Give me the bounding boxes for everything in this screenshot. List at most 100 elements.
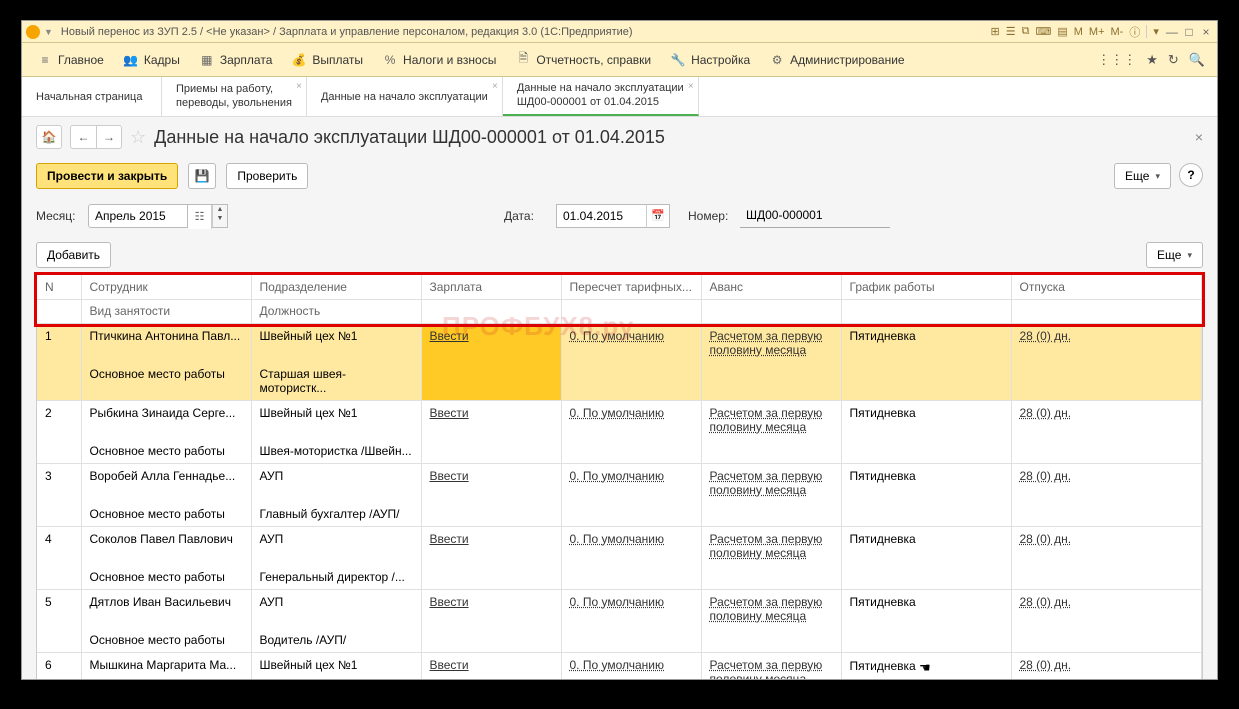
history-icon[interactable]: ↻ xyxy=(1168,52,1179,68)
menu-staff[interactable]: 👥Кадры xyxy=(114,53,190,67)
tab-initial-data[interactable]: Данные на начало эксплуатации × xyxy=(307,77,503,116)
table-row[interactable]: 1 Птичкина Антонина Павл... Швейный цех … xyxy=(37,324,1202,363)
table-row[interactable]: 3 Воробей Алла Геннадье... АУП Ввести 0.… xyxy=(37,464,1202,503)
menu-admin[interactable]: ⚙Администрирование xyxy=(760,53,914,67)
toolbar-misc-icon[interactable]: ⌨ xyxy=(1035,25,1051,38)
cell-recalc[interactable]: 0. По умолчанию xyxy=(561,464,701,503)
cell-salary[interactable]: Ввести xyxy=(421,464,561,503)
more-button[interactable]: Еще xyxy=(1114,163,1171,189)
help-button[interactable]: ? xyxy=(1179,163,1203,187)
toolbar-misc-icon[interactable]: ▾ xyxy=(1146,25,1159,38)
cell-vacation[interactable]: 28 (0) дн. xyxy=(1011,324,1202,363)
col-recalc[interactable]: Пересчет тарифных... xyxy=(561,275,701,300)
cell-advance[interactable]: Расчетом за первую половину месяца xyxy=(701,324,841,363)
cell-vacation[interactable]: 28 (0) дн. xyxy=(1011,527,1202,566)
table-row[interactable]: 5 Дятлов Иван Васильевич АУП Ввести 0. П… xyxy=(37,590,1202,629)
cell-salary[interactable]: Ввести xyxy=(421,401,561,440)
col-employment[interactable]: Вид занятости xyxy=(81,300,251,324)
save-button[interactable]: 💾 xyxy=(188,163,216,189)
col-vacation[interactable]: Отпуска xyxy=(1011,275,1202,300)
page-close-button[interactable]: × xyxy=(1195,129,1203,145)
toolbar-misc-icon[interactable]: ▤ xyxy=(1057,25,1067,38)
col-department[interactable]: Подразделение xyxy=(251,275,421,300)
home-button[interactable]: 🏠 xyxy=(36,125,62,149)
cell-recalc[interactable]: 0. По умолчанию xyxy=(561,324,701,363)
back-button[interactable]: ← xyxy=(70,125,96,149)
app-menu-dropdown-icon[interactable]: ▼ xyxy=(44,27,53,37)
cell-advance[interactable]: Расчетом за первую половину месяца xyxy=(701,464,841,503)
cell-position: Старшая швея-мотористк... xyxy=(251,362,421,401)
tab-close-icon[interactable]: × xyxy=(296,81,302,93)
menu-main[interactable]: ≡Главное xyxy=(28,53,114,67)
cell-salary[interactable]: Ввести xyxy=(421,590,561,629)
cell-vacation[interactable]: 28 (0) дн. xyxy=(1011,464,1202,503)
col-salary[interactable]: Зарплата xyxy=(421,275,561,300)
memory-mplus[interactable]: М+ xyxy=(1089,26,1105,38)
cell-advance[interactable]: Расчетом за первую половину месяца xyxy=(701,401,841,440)
date-input[interactable] xyxy=(556,204,646,228)
cell-vacation[interactable]: 28 (0) дн. xyxy=(1011,590,1202,629)
tab-start-page[interactable]: Начальная страница xyxy=(22,77,162,116)
cell-vacation[interactable]: 28 (0) дн. xyxy=(1011,653,1202,681)
minimize-icon[interactable]: — xyxy=(1165,25,1179,39)
number-input[interactable] xyxy=(740,203,890,227)
cell-salary[interactable]: Ввести xyxy=(421,653,561,681)
menu-salary[interactable]: ▦Зарплата xyxy=(190,53,283,67)
table-row[interactable]: Основное место работы Генеральный директ… xyxy=(37,565,1202,590)
tab-initial-data-doc[interactable]: Данные на начало эксплуатации ШД00-00000… xyxy=(503,77,699,116)
menu-taxes[interactable]: %Налоги и взносы xyxy=(373,53,506,67)
toolbar-misc-icon[interactable]: ☰ xyxy=(1006,25,1016,38)
table-more-button[interactable]: Еще xyxy=(1146,242,1203,268)
tab-close-icon[interactable]: × xyxy=(688,81,694,93)
col-position[interactable]: Должность xyxy=(251,300,421,324)
spin-up-icon[interactable]: ▲ xyxy=(213,205,227,214)
table-row[interactable]: 4 Соколов Павел Павлович АУП Ввести 0. П… xyxy=(37,527,1202,566)
menu-reports[interactable]: 🗎Отчетность, справки xyxy=(506,53,661,67)
col-n[interactable]: N xyxy=(37,275,81,300)
cell-recalc[interactable]: 0. По умолчанию xyxy=(561,590,701,629)
close-icon[interactable]: × xyxy=(1199,25,1213,39)
toolbar-misc-icon[interactable]: ⊞ xyxy=(991,25,1000,38)
info-icon[interactable]: ⓘ xyxy=(1129,24,1140,40)
apps-icon[interactable]: ⋮⋮⋮ xyxy=(1097,52,1136,68)
col-advance[interactable]: Аванс xyxy=(701,275,841,300)
memory-mminus[interactable]: М- xyxy=(1111,26,1124,38)
toolbar-misc-icon[interactable]: ⧉ xyxy=(1022,25,1030,38)
cell-advance[interactable]: Расчетом за первую половину месяца xyxy=(701,527,841,566)
table-row[interactable]: Основное место работы Главный бухгалтер … xyxy=(37,502,1202,527)
maximize-icon[interactable]: □ xyxy=(1182,25,1196,39)
menu-payments[interactable]: 💰Выплаты xyxy=(282,53,373,67)
forward-button[interactable]: → xyxy=(96,125,122,149)
memory-m[interactable]: М xyxy=(1074,26,1083,38)
table-row[interactable]: Основное место работы Старшая швея-мотор… xyxy=(37,362,1202,401)
post-close-button[interactable]: Провести и закрыть xyxy=(36,163,178,189)
add-button[interactable]: Добавить xyxy=(36,242,111,268)
cell-advance[interactable]: Расчетом за первую половину месяца xyxy=(701,590,841,629)
month-select-icon[interactable]: ☷ xyxy=(188,205,212,229)
month-input[interactable] xyxy=(88,204,188,228)
cell-salary[interactable]: Ввести xyxy=(421,527,561,566)
spin-down-icon[interactable]: ▼ xyxy=(213,214,227,223)
tab-hiring[interactable]: Приемы на работу, переводы, увольнения × xyxy=(162,77,307,116)
table-row[interactable]: Основное место работы Водитель /АУП/ xyxy=(37,628,1202,653)
table-row[interactable]: 2 Рыбкина Зинаида Серге... Швейный цех №… xyxy=(37,401,1202,440)
cell-advance[interactable]: Расчетом за первую половину месяца xyxy=(701,653,841,681)
col-employee[interactable]: Сотрудник xyxy=(81,275,251,300)
cell-recalc[interactable]: 0. По умолчанию xyxy=(561,401,701,440)
cell-salary[interactable]: Ввести xyxy=(421,324,561,363)
cell-schedule: Пятидневка ☚ xyxy=(841,653,1011,681)
cell-recalc[interactable]: 0. По умолчанию xyxy=(561,653,701,681)
star-icon[interactable]: ★ xyxy=(1146,52,1158,68)
check-button[interactable]: Проверить xyxy=(226,163,308,189)
month-label: Месяц: xyxy=(36,209,80,223)
cell-recalc[interactable]: 0. По умолчанию xyxy=(561,527,701,566)
search-icon[interactable]: 🔍 xyxy=(1189,52,1205,68)
col-schedule[interactable]: График работы xyxy=(841,275,1011,300)
table-row[interactable]: Основное место работы Швея-мотористка /Ш… xyxy=(37,439,1202,464)
tab-close-icon[interactable]: × xyxy=(492,81,498,92)
menu-settings[interactable]: 🔧Настройка xyxy=(661,53,760,67)
calendar-icon[interactable]: 📅 xyxy=(646,204,670,228)
table-row[interactable]: 6 Мышкина Маргарита Ма... Швейный цех №1… xyxy=(37,653,1202,681)
cell-vacation[interactable]: 28 (0) дн. xyxy=(1011,401,1202,440)
favorite-button[interactable]: ☆ xyxy=(130,127,146,148)
